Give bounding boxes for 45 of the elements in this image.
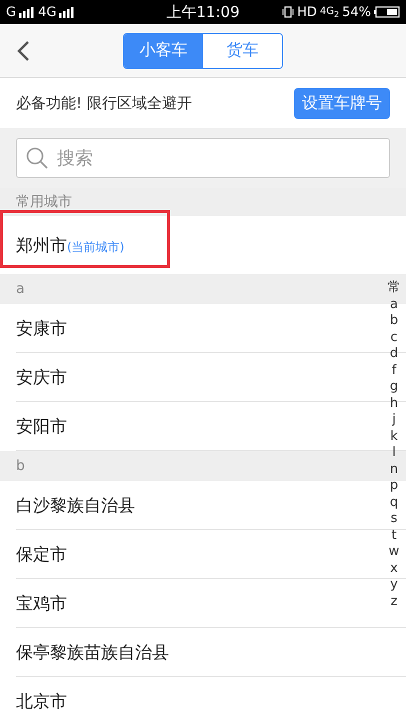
city-name[interactable]: 保亭黎族苗族自治县 (16, 640, 169, 664)
promo-text: 必备功能! 限行区域全避开 (16, 94, 192, 112)
city-name[interactable]: 宝鸡市 (16, 592, 67, 614)
index-letter[interactable]: w (388, 544, 400, 560)
index-letter[interactable]: k (390, 428, 398, 445)
battery-percent: 54% (342, 4, 372, 20)
index-letter[interactable]: g (390, 379, 398, 396)
index-letter[interactable]: y (390, 577, 398, 594)
index-letter[interactable]: q (390, 494, 398, 511)
battery-icon (374, 6, 400, 18)
index-letter[interactable]: 常 (388, 280, 400, 296)
city-name[interactable]: 郑州市 (16, 234, 67, 256)
city-name[interactable]: 安阳市 (16, 414, 67, 438)
current-city-note: (当前城市) (67, 238, 124, 256)
clock-time: 上午11:09 (166, 2, 240, 22)
index-letter[interactable]: p (390, 478, 398, 494)
index-letter[interactable]: c (390, 330, 398, 346)
index-letter[interactable]: h (390, 396, 398, 412)
signal-icon (59, 6, 76, 18)
network-label: 4G (38, 4, 56, 20)
index-letter[interactable]: t (391, 528, 397, 544)
index-letter[interactable]: n (390, 462, 398, 478)
index-letter[interactable]: j (392, 412, 396, 428)
index-letter[interactable]: d (390, 346, 398, 362)
city-name[interactable]: 安庆市 (16, 366, 67, 388)
city-name[interactable]: 保定市 (16, 542, 67, 566)
city-name[interactable]: 安康市 (16, 316, 67, 340)
hd-label: HD (297, 4, 317, 20)
section-header: 常用城市 (0, 188, 406, 216)
network-label: G (6, 4, 16, 20)
signal-icon (19, 6, 36, 18)
index-letter[interactable]: x (390, 560, 398, 577)
city-name[interactable]: 白沙黎族自治县 (16, 494, 135, 516)
index-letter[interactable]: f (392, 362, 396, 379)
index-letter[interactable]: s (390, 511, 398, 528)
city-name[interactable]: 北京市 (16, 690, 67, 712)
index-letter[interactable]: l (392, 445, 396, 462)
index-letter[interactable]: b (390, 313, 398, 330)
search-icon (26, 147, 48, 169)
vibrate-icon (282, 6, 294, 18)
network-label: 4G$_{2}$ (320, 6, 340, 18)
index-letter[interactable]: a (390, 296, 398, 313)
back-icon[interactable] (16, 40, 30, 62)
search-field[interactable]: 搜索 (16, 138, 390, 178)
index-letter[interactable]: z (390, 594, 398, 610)
